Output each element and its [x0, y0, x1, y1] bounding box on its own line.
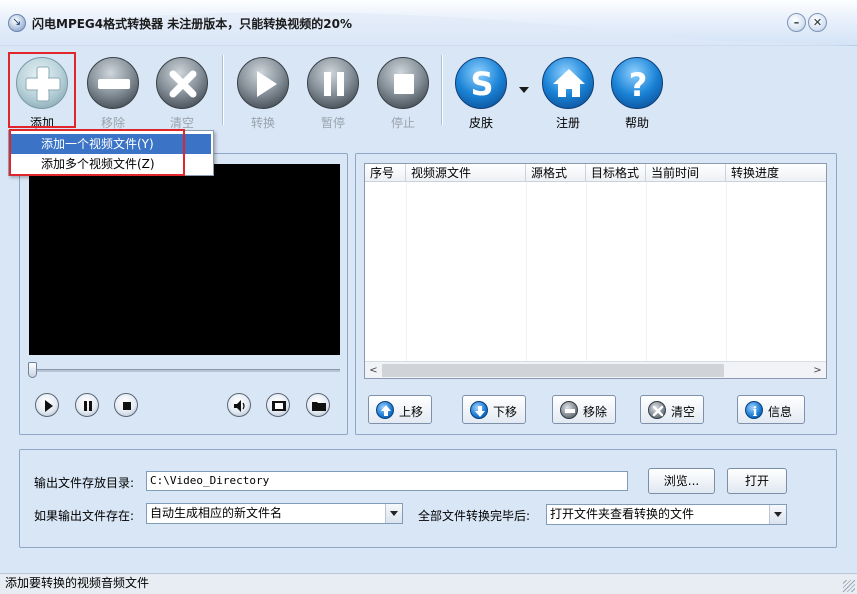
pause-icon: [324, 72, 344, 96]
play-icon: [257, 71, 277, 97]
arrow-down-icon: [475, 406, 485, 417]
pause-icon: [84, 401, 92, 411]
status-bar: 添加要转换的视频音频文件: [0, 573, 857, 594]
list-clear-label: 清空: [671, 405, 696, 419]
svg-text:S: S: [470, 65, 493, 103]
preview-play-button[interactable]: [35, 393, 59, 417]
chevron-down-icon[interactable]: [769, 505, 786, 524]
question-icon: ?: [629, 66, 648, 104]
svg-text:i: i: [753, 405, 758, 420]
scroll-left-icon[interactable]: <: [366, 363, 381, 378]
column-gridline: [526, 182, 527, 362]
x-icon: [652, 405, 664, 417]
pause-button[interactable]: 暂停: [302, 53, 364, 130]
toolbar-separator: [441, 55, 443, 125]
register-label: 注册: [555, 116, 580, 130]
column-header[interactable]: 目标格式: [586, 164, 646, 182]
horizontal-scrollbar[interactable]: < >: [365, 361, 826, 378]
minus-icon: [565, 409, 575, 413]
after-convert-value: 打开文件夹查看转换的文件: [550, 507, 695, 521]
home-icon: [553, 69, 585, 97]
column-header[interactable]: 视频源文件: [406, 164, 526, 182]
scroll-right-icon[interactable]: >: [810, 363, 825, 378]
move-up-button[interactable]: 上移: [368, 395, 432, 424]
skin-button[interactable]: S 皮肤: [450, 53, 512, 130]
table-header: 序号 视频源文件 源格式 目标格式 当前时间 转换进度: [365, 164, 826, 182]
file-exists-select[interactable]: 自动生成相应的新文件名: [146, 503, 403, 524]
skin-s-icon: S: [470, 65, 493, 103]
register-button[interactable]: 注册: [537, 53, 599, 130]
after-convert-select[interactable]: 打开文件夹查看转换的文件: [546, 504, 787, 525]
svg-text:?: ?: [629, 66, 648, 104]
window-title: 闪电MPEG4格式转换器 未注册版本，只能转换视频的20%: [32, 17, 353, 31]
stop-icon: [394, 74, 414, 94]
file-exists-value: 自动生成相应的新文件名: [150, 506, 283, 520]
status-text: 添加要转换的视频音频文件: [5, 576, 150, 590]
info-button[interactable]: i 信息: [737, 395, 805, 424]
minimize-button[interactable]: –: [787, 13, 806, 32]
stop-icon: [123, 402, 131, 410]
move-down-label: 下移: [493, 405, 518, 419]
column-header[interactable]: 转换进度: [726, 164, 826, 182]
convert-button[interactable]: 转换: [232, 53, 294, 130]
help-button[interactable]: ? 帮助: [606, 53, 668, 130]
speaker-icon: [234, 400, 245, 412]
help-label: 帮助: [624, 116, 649, 130]
toolbar: 添加 移除 清空 转换 暂停 停止 S 皮肤 注册 ? 帮助: [0, 47, 857, 131]
pause-label: 暂停: [320, 116, 345, 130]
column-header[interactable]: 当前时间: [646, 164, 726, 182]
close-button[interactable]: ✕: [808, 13, 827, 32]
scrollbar-thumb[interactable]: [382, 364, 724, 377]
x-icon: [169, 70, 197, 98]
column-header[interactable]: 序号: [365, 164, 406, 182]
camera-icon: [272, 401, 286, 411]
list-clear-button[interactable]: 清空: [640, 395, 704, 424]
output-dir-label: 输出文件存放目录:: [34, 476, 135, 490]
convert-label: 转换: [250, 116, 275, 130]
file-table[interactable]: 序号 视频源文件 源格式 目标格式 当前时间 转换进度 < >: [364, 163, 827, 379]
after-convert-label: 全部文件转换完毕后:: [418, 509, 531, 523]
browse-button[interactable]: 浏览...: [648, 468, 715, 494]
play-icon: [45, 400, 53, 412]
skin-dropdown-arrow-icon[interactable]: [519, 87, 529, 93]
video-preview: [29, 164, 340, 355]
arrow-up-icon: [381, 405, 391, 416]
folder-icon: [312, 402, 326, 411]
column-header[interactable]: 源格式: [526, 164, 586, 182]
toolbar-separator: [222, 55, 224, 125]
seek-thumb[interactable]: [28, 362, 37, 378]
move-down-button[interactable]: 下移: [462, 395, 526, 424]
volume-button[interactable]: [227, 393, 251, 417]
output-settings-panel: [19, 449, 837, 548]
output-dir-input[interactable]: C:\Video_Directory: [146, 471, 628, 491]
title-bar: 闪电MPEG4格式转换器 未注册版本，只能转换视频的20% – ✕: [0, 0, 857, 46]
move-up-label: 上移: [399, 405, 424, 419]
list-remove-label: 移除: [583, 405, 608, 419]
add-button-highlight: [8, 52, 76, 128]
skin-label: 皮肤: [468, 116, 493, 130]
seek-track[interactable]: [29, 369, 340, 372]
menu-highlight: [9, 129, 185, 176]
stop-button[interactable]: 停止: [372, 53, 434, 130]
app-icon[interactable]: [8, 14, 26, 32]
snapshot-button[interactable]: [266, 393, 290, 417]
resize-grip-icon[interactable]: [843, 580, 855, 592]
list-remove-button[interactable]: 移除: [552, 395, 616, 424]
chevron-down-icon[interactable]: [385, 504, 402, 523]
preview-pause-button[interactable]: [75, 393, 99, 417]
remove-button[interactable]: 移除: [82, 53, 144, 130]
open-folder-button[interactable]: [306, 393, 330, 417]
info-icon: i: [753, 405, 758, 420]
open-button[interactable]: 打开: [727, 468, 787, 494]
file-exists-label: 如果输出文件存在:: [34, 509, 135, 523]
column-gridline: [406, 182, 407, 362]
minus-icon: [98, 79, 130, 89]
stop-label: 停止: [390, 116, 415, 130]
column-gridline: [726, 182, 727, 362]
clear-button[interactable]: 清空: [151, 53, 213, 130]
column-gridline: [586, 182, 587, 362]
preview-stop-button[interactable]: [114, 393, 138, 417]
column-gridline: [646, 182, 647, 362]
info-label: 信息: [768, 405, 793, 419]
